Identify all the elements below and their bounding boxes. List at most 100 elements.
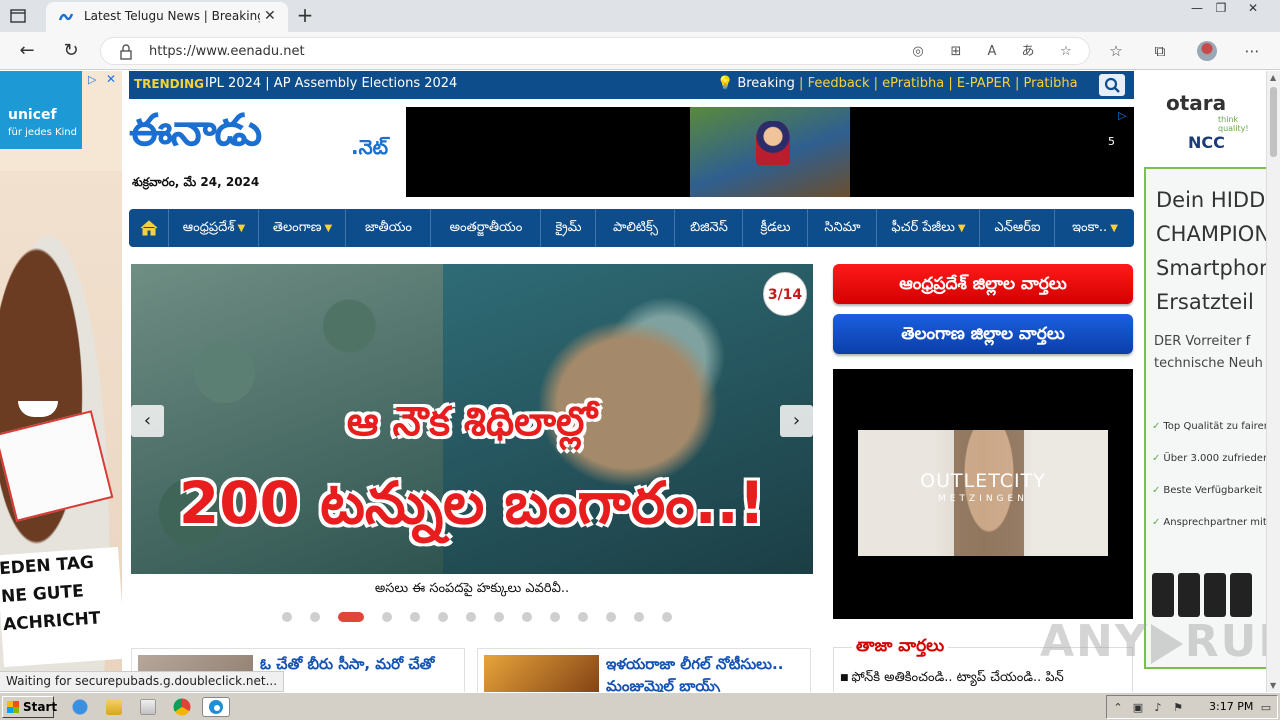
news-card-title[interactable]: మంజుమ్మెల్ బాయ్స్‌ [606, 677, 720, 692]
slider-dot[interactable] [282, 611, 292, 622]
slider-dot[interactable] [550, 611, 560, 622]
banner-advertisement[interactable]: 5 ▷ [406, 107, 1134, 197]
tab-actions-icon[interactable] [8, 6, 28, 26]
left-advertisement[interactable]: unicef für jedes Kind ▷ ✕ EDEN TAG NE GU… [0, 71, 122, 692]
nav-item-politics[interactable]: పాలిటిక్స్ [597, 209, 675, 247]
scroll-up-icon[interactable]: ▲ [1270, 73, 1276, 82]
folder-icon[interactable] [106, 699, 122, 715]
start-button[interactable]: Start [2, 696, 57, 718]
slider-next-button[interactable]: › [780, 405, 813, 437]
adchoices-icon[interactable]: ▷ [1118, 109, 1126, 122]
translate-icon[interactable]: あ [1019, 44, 1037, 60]
trending-link[interactable]: IPL 2024 [205, 76, 261, 91]
browser-tab[interactable]: Latest Telugu News | Breaking Ne ✕ [46, 2, 288, 32]
page-scrollbar[interactable]: ▲ ▼ [1266, 71, 1280, 692]
nav-item-sports[interactable]: క్రీడలు [744, 209, 808, 247]
news-card[interactable]: ఇళయరాజా లీగల్ నోటీసులు.. మంజుమ్మెల్ బాయ్… [477, 648, 811, 692]
slider-dot[interactable] [578, 611, 588, 622]
breaking-link[interactable]: Breaking [737, 76, 795, 91]
slide-headline-line2[interactable]: 200 టన్నుల బంగారం..! [131, 469, 813, 552]
close-tab-icon[interactable]: ✕ [264, 9, 278, 23]
scroll-thumb[interactable] [1270, 87, 1277, 157]
nav-item-national[interactable]: జాతీయం [347, 209, 431, 247]
side-advertisement[interactable]: OUTLETCITY METZINGEN [833, 369, 1133, 619]
slider-dot[interactable] [494, 611, 504, 622]
news-thumbnail[interactable] [484, 655, 599, 692]
location-icon[interactable]: ◎ [909, 44, 927, 60]
search-button[interactable] [1099, 74, 1125, 96]
slider-dot[interactable] [438, 611, 448, 622]
news-card-title[interactable]: ఇళయరాజా లీగల్ నోటీసులు.. [606, 655, 783, 677]
tray-arrow-icon[interactable]: ⌃ [1111, 701, 1125, 715]
latest-news-item[interactable]: ఫోన్‌కి అతికించండి.. ట్యాప్ చేయండి.. పిన… [840, 670, 1063, 688]
scroll-down-icon[interactable]: ▼ [1270, 681, 1276, 690]
chrome-icon[interactable] [173, 698, 191, 716]
slider-dot[interactable] [310, 611, 320, 622]
slider-dot[interactable] [466, 611, 476, 622]
feedback-link[interactable]: Feedback [808, 76, 870, 91]
nav-item-business[interactable]: బిజినెస్ [676, 209, 743, 247]
lock-icon[interactable] [119, 44, 133, 60]
new-tab-icon[interactable]: + [296, 5, 314, 25]
site-logo[interactable]: ఈనాడు .నెట్ [129, 105, 399, 171]
slide-caption[interactable]: అసలు ఈ సంపదపై హక్కులు ఎవరివీ.. [131, 581, 813, 599]
maximize-icon[interactable]: ❐ [1206, 0, 1236, 18]
ap-district-news-button[interactable]: ఆంధ్రప్రదేశ్ జిల్లాల వార్తలు [833, 264, 1133, 304]
flag-icon[interactable]: ⚑ [1171, 701, 1185, 715]
game-ad-image[interactable] [690, 107, 850, 197]
pratibha-link[interactable]: Pratibha [1023, 76, 1077, 91]
volume-icon[interactable]: ♪ [1151, 701, 1165, 715]
epaper-link[interactable]: E-PAPER [957, 76, 1011, 91]
unicef-tagline: für jedes Kind [8, 127, 77, 138]
right-advertisement[interactable]: otara think quality! NCC Dein HIDDE CHAM… [1144, 71, 1266, 692]
profile-avatar[interactable] [1197, 41, 1217, 61]
nav-item-international[interactable]: అంతర్జాతీయం [432, 209, 541, 247]
slider-dot[interactable] [338, 611, 364, 622]
nav-label: తెలంగాణ [272, 220, 322, 235]
nav-label: అంతర్జాతీయం [449, 220, 523, 235]
nav-item-feature-pages[interactable]: ఫీచర్ పేజీలు ▼ [878, 209, 980, 247]
trending-link[interactable]: AP Assembly Elections 2024 [274, 76, 458, 91]
slider-prev-button[interactable]: ‹ [131, 405, 164, 437]
back-icon[interactable]: ← [16, 40, 38, 62]
slider-dot[interactable] [410, 611, 420, 622]
news-card-title[interactable]: ఓ చేతో బీరు సీసా, మరో చేతో [260, 655, 434, 677]
telangana-district-news-button[interactable]: తెలంగాణ జిల్లాల వార్తలు [833, 314, 1133, 354]
collections-icon[interactable]: ⧉ [1150, 42, 1170, 60]
slider-dot[interactable] [522, 611, 532, 622]
epratibha-link[interactable]: ePratibha [882, 76, 944, 91]
slider-dot[interactable] [662, 611, 672, 622]
edge-icon[interactable] [202, 697, 230, 717]
show-desktop-icon[interactable]: ▭ [1259, 701, 1273, 715]
slider-dot[interactable] [606, 611, 616, 622]
outletcity-ad[interactable]: OUTLETCITY METZINGEN [858, 430, 1108, 556]
ie-icon[interactable] [70, 697, 90, 717]
address-bar[interactable]: https://www.eenadu.net ◎ ⊞ A あ ☆ [100, 37, 1090, 65]
network-icon[interactable]: ▣ [1131, 701, 1145, 715]
clock[interactable]: 3:17 PM [1209, 700, 1253, 713]
nav-item-more[interactable]: ఇంకా.. ▼ [1056, 209, 1134, 247]
unicef-logo[interactable]: unicef für jedes Kind [0, 71, 82, 149]
nav-item-cinema[interactable]: సినిమా [809, 209, 877, 247]
nav-item-telangana[interactable]: తెలంగాణ ▼ [260, 209, 346, 247]
nav-home[interactable] [129, 209, 169, 247]
media-player-icon[interactable] [140, 699, 156, 715]
apps-icon[interactable]: ⊞ [947, 44, 965, 60]
close-window-icon[interactable]: ✕ [1238, 0, 1268, 18]
add-favorite-icon[interactable]: ☆ [1057, 44, 1075, 60]
favorites-icon[interactable]: ☆ [1106, 42, 1126, 60]
nav-item-andhra-pradesh[interactable]: ఆంధ్రప్రదేశ్ ▼ [170, 209, 259, 247]
latest-news-title[interactable]: తాజా వార్తలు [852, 636, 949, 660]
ad-close-icon[interactable]: ✕ [106, 72, 116, 86]
news-slider[interactable]: ఆ నౌక శిథిలాల్లో 200 టన్నుల బంగారం..! [131, 264, 813, 574]
slider-dot[interactable] [634, 611, 644, 622]
read-aloud-icon[interactable]: A [983, 44, 1001, 60]
refresh-icon[interactable]: ↻ [60, 40, 82, 62]
nav-item-nri[interactable]: ఎన్‌ఆర్‌ఐ [981, 209, 1055, 247]
nav-item-crime[interactable]: క్రైమ్ [542, 209, 596, 247]
url-text[interactable]: https://www.eenadu.net [149, 44, 305, 59]
slider-dot[interactable] [382, 611, 392, 622]
slide-headline-line1[interactable]: ఆ నౌక శిథిలాల్లో [131, 399, 813, 455]
adchoices-icon[interactable]: ▷ [88, 73, 96, 86]
more-menu-icon[interactable]: ⋯ [1242, 42, 1262, 60]
